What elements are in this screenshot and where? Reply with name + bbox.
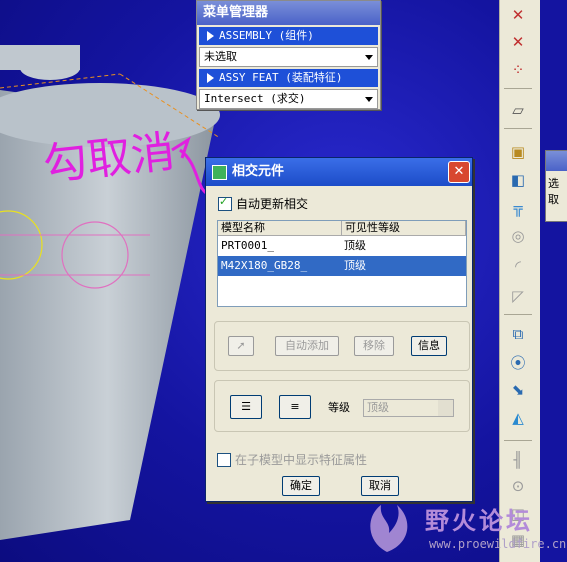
logo-flame-icon	[370, 505, 408, 552]
cell-model: PRT0001_	[221, 239, 274, 252]
pointer-icon: ➚	[236, 339, 246, 352]
intersect-components-dialog: 相交元件 ✕ 自动更新相交 模型名称 可见性等级 PRT0001_ 顶级 M42…	[205, 157, 473, 502]
mini-panel: 选取	[545, 150, 567, 222]
pattern-icon[interactable]: ⧉	[505, 322, 531, 346]
chevron-down-icon[interactable]	[365, 55, 373, 60]
move-icon[interactable]: ⬊	[505, 378, 531, 402]
list-icon[interactable]: ≡	[279, 395, 311, 419]
viewport-right-strip	[540, 0, 567, 562]
auto-update-checkbox[interactable]	[218, 195, 232, 211]
auto-add-button[interactable]: 自动添加	[275, 336, 339, 356]
menu-manager: 菜单管理器 ASSEMBLY (组件) 未选取 ASSY FEAT (装配特征)…	[196, 0, 381, 110]
intersect-select[interactable]: Intersect (求交)	[199, 89, 378, 109]
chevron-down-icon[interactable]	[365, 97, 373, 102]
split-icon[interactable]: ╢	[505, 448, 531, 472]
merge-icon[interactable]: ◧	[505, 168, 531, 192]
select-status[interactable]: 未选取	[199, 47, 378, 67]
level-label: 等级	[328, 401, 350, 414]
select-status-value: 未选取	[204, 50, 237, 63]
menu-manager-title: 菜单管理器	[197, 1, 380, 25]
chamfer-icon[interactable]: ◸	[505, 284, 531, 308]
auto-update-checkbox-row[interactable]: 自动更新相交	[218, 195, 308, 212]
mirror-icon[interactable]: ⦿	[505, 350, 531, 374]
dialog-title-bar: 相交元件 ✕	[206, 158, 472, 186]
close-icon[interactable]: ✕	[448, 161, 470, 183]
ok-button[interactable]: 确定	[282, 476, 320, 496]
show-props-label: 在子模型中显示特征属性	[235, 453, 368, 467]
table-row[interactable]: PRT0001_ 顶级	[218, 236, 466, 256]
chevron-down-icon[interactable]	[438, 400, 453, 416]
table-row[interactable]: M42X180_GB28_ 顶级	[218, 256, 466, 276]
watermark-url: www.proewildfire.cn	[429, 537, 567, 551]
copy-feature-icon[interactable]: ▣	[505, 140, 531, 164]
intersect-select-value: Intersect (求交)	[204, 92, 306, 105]
datum-plane-icon[interactable]: ▱	[505, 98, 531, 122]
info-button[interactable]: 信息	[411, 336, 447, 356]
cell-model: M42X180_GB28_	[221, 259, 308, 272]
datum-point-icon[interactable]: ✕	[505, 3, 531, 27]
mini-panel-text: 选取	[548, 177, 559, 206]
dialog-title: 相交元件	[232, 164, 285, 179]
round-icon[interactable]: ◜	[505, 254, 531, 278]
column-header-level: 可见性等级	[342, 221, 466, 235]
watermark-name: 野火论坛	[425, 507, 533, 535]
watermark-logo: 野火论坛 www.proewildfire.cn	[357, 497, 567, 559]
show-props-checkbox[interactable]	[217, 452, 231, 467]
dialog-app-icon	[212, 165, 227, 180]
select-pointer-button[interactable]: ➚	[228, 336, 254, 356]
feature-toolbar: ✕ ✕ ⁘ ▱ ▣ ◧ ╦ ◎ ◜ ◸ ⧉ ⦿ ⬊ ◭ ╢ ⊙ ◫ ▦	[499, 0, 540, 562]
align-list-icon[interactable]: ☰	[230, 395, 262, 419]
level-dropdown[interactable]: 顶级	[363, 399, 454, 417]
cell-level: 顶级	[344, 259, 366, 272]
cut-icon[interactable]: ╦	[505, 196, 531, 220]
column-header-model: 模型名称	[218, 221, 342, 235]
table-header: 模型名称 可见性等级	[218, 221, 466, 236]
show-props-row[interactable]: 在子模型中显示特征属性	[217, 451, 367, 468]
menu-item-assembly[interactable]: ASSEMBLY (组件)	[199, 27, 378, 45]
offset-icon[interactable]: ⊙	[505, 474, 531, 498]
components-table: 模型名称 可见性等级 PRT0001_ 顶级 M42X180_GB28_ 顶级	[217, 220, 467, 307]
auto-update-label: 自动更新相交	[236, 197, 309, 211]
cancel-button[interactable]: 取消	[361, 476, 399, 496]
cell-level: 顶级	[344, 239, 366, 252]
sketched-point-icon[interactable]: ✕	[505, 30, 531, 54]
offset-point-icon[interactable]: ⁘	[505, 58, 531, 82]
menu-item-assy-feat[interactable]: ASSY FEAT (装配特征)	[199, 69, 378, 87]
surface-icon[interactable]: ◭	[505, 406, 531, 430]
level-dropdown-value: 顶级	[367, 401, 389, 414]
hole-icon[interactable]: ◎	[505, 224, 531, 248]
remove-button[interactable]: 移除	[354, 336, 394, 356]
